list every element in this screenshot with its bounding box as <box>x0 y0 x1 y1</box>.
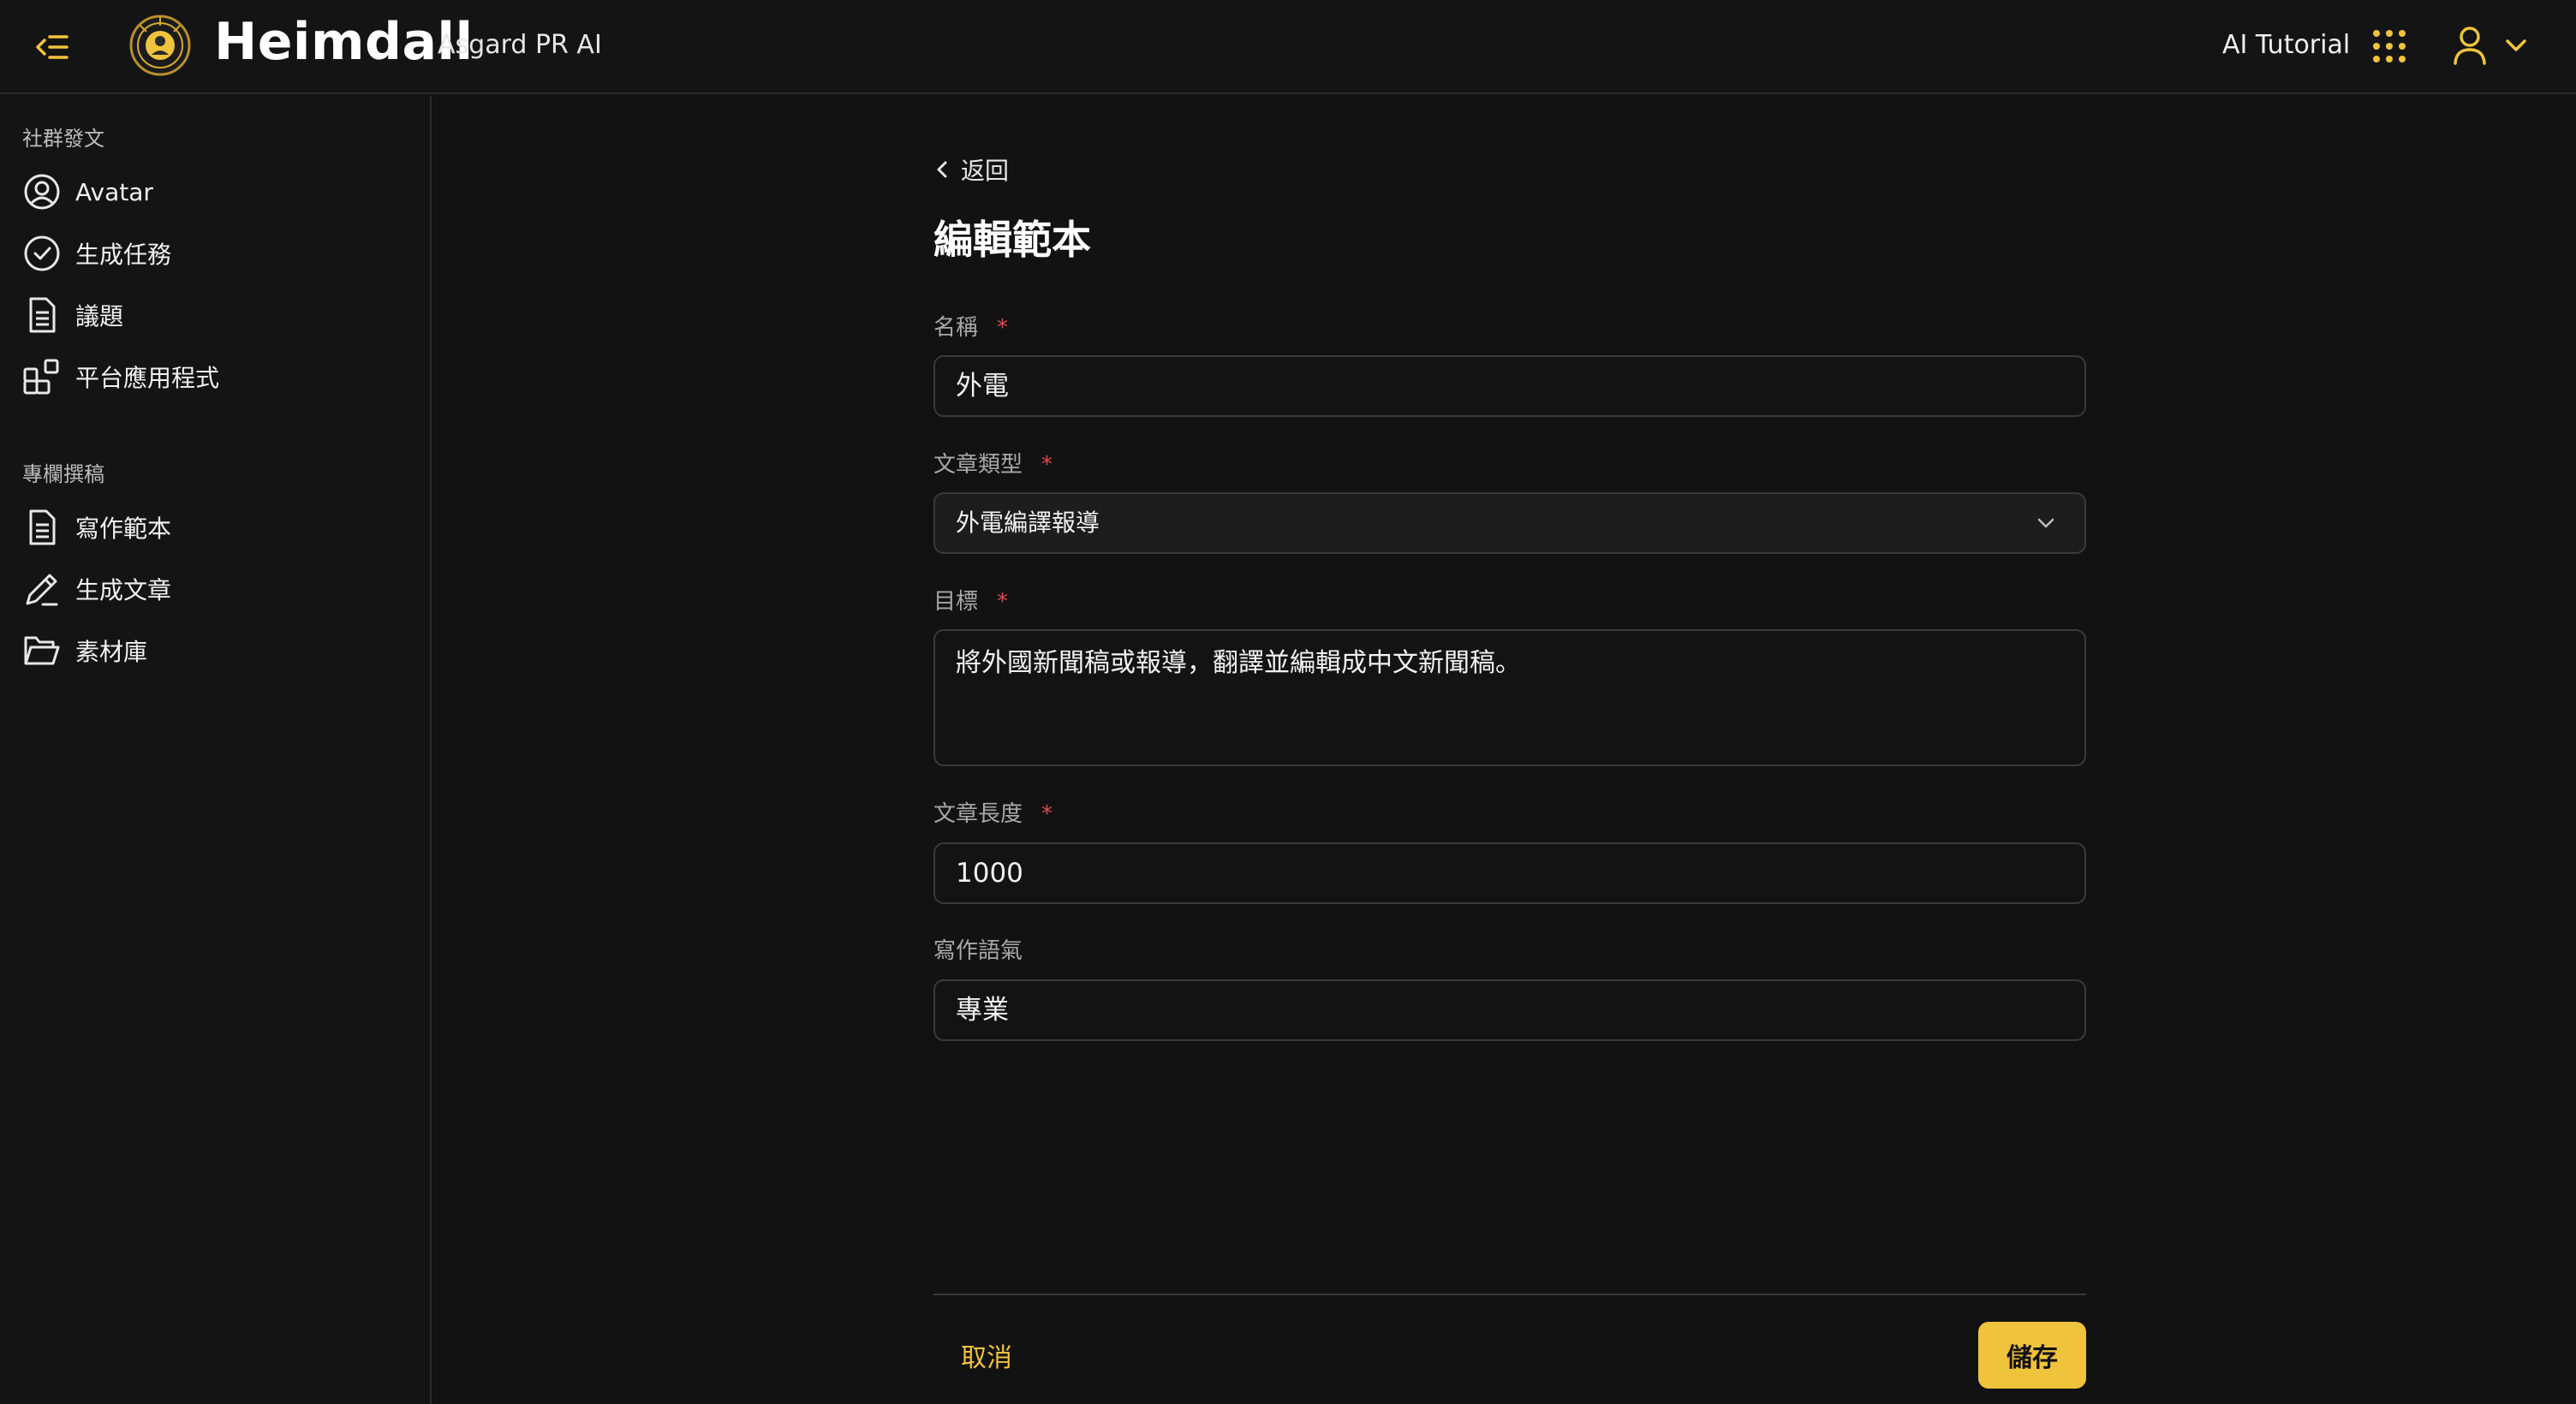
sidebar-item-platform-apps[interactable]: 平台應用程式 <box>22 353 416 401</box>
required-mark: * <box>997 589 1009 615</box>
brand-subtitle: Asgard PR AI <box>438 30 602 60</box>
document-icon <box>22 295 62 335</box>
goal-textarea[interactable]: 將外國新聞稿或報導，翻譯並編輯成中文新聞稿。 <box>933 629 2086 766</box>
user-circle-icon <box>22 172 62 211</box>
main-content: 返回 編輯範本 名稱 * 外電 文章類型 * 外電編譯報導 目標 * 將外國新聞稿或報… <box>933 96 2086 1404</box>
sidebar-item-label: 生成任務 <box>75 241 172 269</box>
sidebar-item-label: Avatar <box>75 177 153 206</box>
page-title: 編輯範本 <box>933 217 1091 263</box>
article-type-select[interactable]: 外電編譯報導 <box>933 492 2086 554</box>
folder-open-icon <box>22 631 62 670</box>
article-type-label: 文章類型 * <box>933 452 1053 478</box>
document-icon <box>22 508 62 547</box>
chevron-down-icon <box>2037 518 2054 528</box>
sidebar-item-tasks[interactable]: 生成任務 <box>22 229 416 277</box>
tone-field[interactable]: 專業 <box>933 979 2086 1041</box>
length-label: 文章長度 * <box>933 801 1053 827</box>
sidebar-item-label: 生成文章 <box>75 576 172 604</box>
name-field[interactable]: 外電 <box>933 355 2086 417</box>
top-bar: Heimdall Asgard PR AI AI Tutorial <box>0 0 2576 94</box>
sidebar-section-title: 專欄撰稿 <box>22 462 104 486</box>
sidebar-item-label: 寫作範本 <box>75 515 172 543</box>
user-menu-button[interactable] <box>2451 24 2533 68</box>
sidebar: 社群發文 Avatar 生成任務 議題 平台應用程式 專欄撰稿 寫作範本 生成文… <box>0 96 432 1404</box>
user-icon <box>2454 27 2486 65</box>
chevron-left-icon <box>937 161 947 178</box>
ai-tutorial-link[interactable]: AI Tutorial <box>2222 30 2350 60</box>
required-mark: * <box>997 315 1009 341</box>
sidebar-item-materials[interactable]: 素材庫 <box>22 627 416 675</box>
save-button[interactable]: 儲存 <box>1978 1322 2086 1389</box>
sidebar-item-label: 議題 <box>75 302 124 330</box>
sidebar-item-avatar[interactable]: Avatar <box>22 168 416 216</box>
required-mark: * <box>1041 452 1053 478</box>
sidebar-item-label: 平台應用程式 <box>75 364 220 392</box>
brand-name: Heimdall <box>214 12 474 72</box>
heimdall-logo <box>128 14 192 77</box>
apps-icon <box>22 357 62 396</box>
back-label: 返回 <box>961 157 1010 185</box>
pencil-icon <box>22 569 62 609</box>
sidebar-item-generate-article[interactable]: 生成文章 <box>22 565 416 613</box>
grid-dots-icon[interactable] <box>2370 27 2408 65</box>
goal-label: 目標 * <box>933 589 1009 615</box>
sidebar-item-topics[interactable]: 議題 <box>22 291 416 339</box>
menu-collapse-icon[interactable] <box>33 27 72 67</box>
tone-label: 寫作語氣 <box>933 938 1023 964</box>
sidebar-item-label: 素材庫 <box>75 638 148 666</box>
required-mark: * <box>1041 801 1053 827</box>
footer-divider <box>933 1294 2086 1295</box>
chevron-down-icon <box>2506 39 2526 51</box>
check-circle-icon <box>22 234 62 273</box>
sidebar-item-writing-templates[interactable]: 寫作範本 <box>22 503 416 551</box>
back-link[interactable]: 返回 <box>933 151 1009 188</box>
cancel-button[interactable]: 取消 <box>933 1322 1040 1389</box>
name-label: 名稱 * <box>933 315 1009 341</box>
sidebar-section-title: 社群發文 <box>22 127 104 151</box>
article-type-value: 外電編譯報導 <box>956 509 1100 537</box>
length-field[interactable]: 1000 <box>933 842 2086 904</box>
